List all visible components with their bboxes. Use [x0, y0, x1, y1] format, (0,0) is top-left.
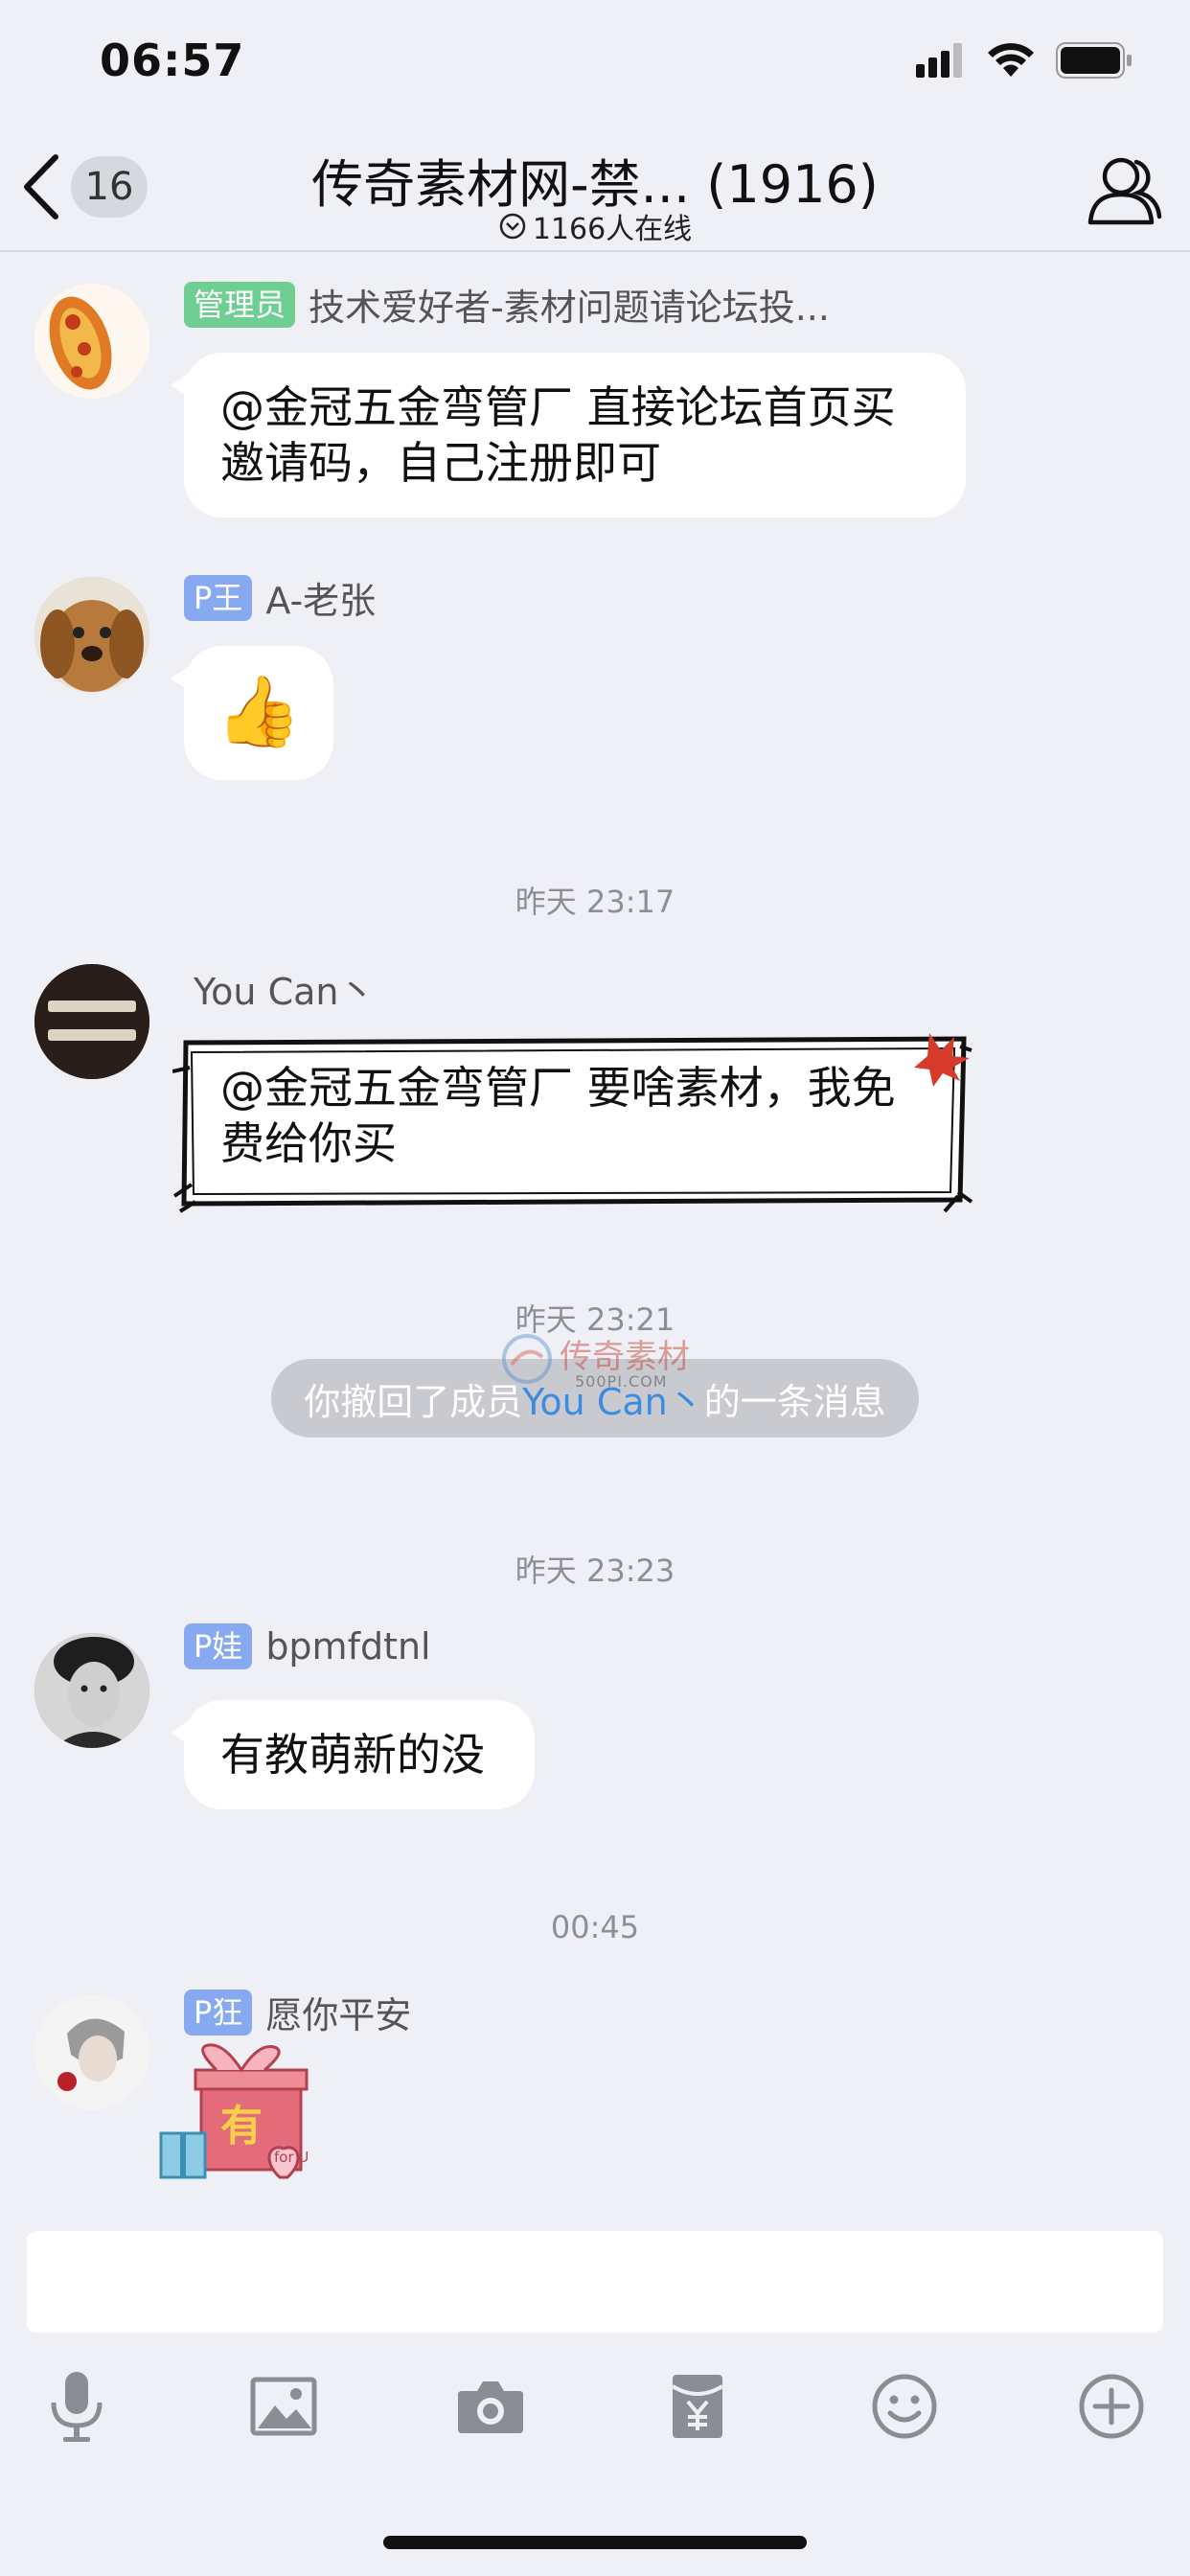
- chevron-circle-icon: [499, 213, 526, 240]
- message-input[interactable]: [27, 2231, 1163, 2333]
- recall-suffix: 的一条消息: [703, 1380, 886, 1423]
- thumbs-up-emoji: 👍: [216, 671, 302, 751]
- sender-name[interactable]: 技术爱好者-素材问题请论坛投...: [309, 278, 830, 331]
- avatar-image: [34, 577, 149, 692]
- image-icon: [250, 2377, 317, 2436]
- plus-icon: [1079, 2374, 1144, 2439]
- avatar-image: [34, 964, 149, 1079]
- image-button[interactable]: [245, 2363, 322, 2450]
- members-button[interactable]: [1087, 153, 1163, 230]
- emoji-icon: [872, 2374, 937, 2439]
- online-count: 1166人在线: [0, 205, 1190, 247]
- sticker-sub: for U: [274, 2149, 309, 2166]
- online-count-label: 1166人在线: [532, 213, 693, 246]
- sender-info: P娃 bpmfdtnl: [184, 1623, 431, 1669]
- sender-name[interactable]: You Can丶: [194, 962, 375, 1015]
- avatar-image: [34, 1995, 149, 2110]
- avatar[interactable]: [34, 964, 149, 1079]
- timestamp: 昨天 23:23: [515, 1552, 675, 1589]
- recall-notice: 你撤回了成员 You Can丶 的一条消息: [271, 1359, 919, 1438]
- avatar[interactable]: [34, 1633, 149, 1748]
- role-tag: P王: [184, 574, 253, 621]
- timestamp: 昨天 23:17: [515, 884, 675, 920]
- status-bar: 06:57: [0, 0, 1190, 125]
- avatar[interactable]: [34, 577, 149, 692]
- input-toolbar: [0, 2363, 1190, 2459]
- timestamp: 00:45: [550, 1909, 640, 1945]
- sender-info: P狂 愿你平安: [184, 1986, 411, 2038]
- sender-info: You Can丶: [194, 962, 375, 1015]
- comic-bubble[interactable]: @金冠五金弯管厂 要啥素材，我免费给你买: [172, 1024, 977, 1215]
- role-tag: P娃: [184, 1623, 253, 1669]
- status-icons: [916, 42, 1133, 79]
- nav-bar: 16 传奇素材网-禁... (1916) 1166人在线: [0, 125, 1190, 252]
- red-packet-icon: [671, 2375, 724, 2438]
- sender-name[interactable]: 愿你平安: [265, 1986, 411, 2038]
- sender-name[interactable]: A-老张: [265, 571, 376, 624]
- sender-name[interactable]: bpmfdtnl: [265, 1625, 430, 1668]
- gift-sticker[interactable]: 有 for U: [159, 2043, 332, 2193]
- members-icon: [1087, 157, 1162, 225]
- signal-icon: [916, 43, 962, 78]
- battery-icon: [1056, 42, 1132, 79]
- emoji-button[interactable]: [866, 2363, 943, 2450]
- message-bubble[interactable]: 👍: [171, 646, 333, 780]
- avatar[interactable]: [34, 1995, 149, 2110]
- message-bubble[interactable]: 有教萌新的没: [171, 1700, 535, 1809]
- message-text: 有教萌新的没: [220, 1729, 485, 1781]
- sender-info: P王 A-老张: [184, 571, 376, 624]
- message-bubble[interactable]: @金冠五金弯管厂 直接论坛首页买邀请码，自己注册即可: [171, 353, 966, 518]
- camera-icon: [458, 2381, 523, 2433]
- message-text: @金冠五金弯管厂 要啥素材，我免费给你买: [220, 1062, 896, 1169]
- timestamp: 昨天 23:21: [515, 1301, 675, 1338]
- mic-icon: [51, 2372, 103, 2442]
- camera-button[interactable]: [452, 2363, 529, 2450]
- sticker-text: 有: [220, 2102, 263, 2150]
- status-time: 06:57: [100, 34, 245, 86]
- avatar-image: [34, 284, 149, 399]
- voice-button[interactable]: [38, 2363, 115, 2450]
- avatar[interactable]: [34, 284, 149, 399]
- sender-info: 管理员 技术爱好者-素材问题请论坛投...: [184, 278, 830, 331]
- message-text: @金冠五金弯管厂 直接论坛首页买邀请码，自己注册即可: [220, 381, 896, 489]
- recall-prefix: 你撤回了成员: [304, 1380, 523, 1423]
- home-indicator: [383, 2536, 807, 2549]
- recall-member-name[interactable]: You Can丶: [522, 1372, 703, 1425]
- avatar-image: [34, 1633, 149, 1748]
- red-packet-button[interactable]: [659, 2363, 736, 2450]
- wifi-icon: [988, 43, 1034, 77]
- role-tag: 管理员: [184, 281, 296, 328]
- role-tag: P狂: [184, 1989, 253, 2036]
- plus-button[interactable]: [1073, 2363, 1150, 2450]
